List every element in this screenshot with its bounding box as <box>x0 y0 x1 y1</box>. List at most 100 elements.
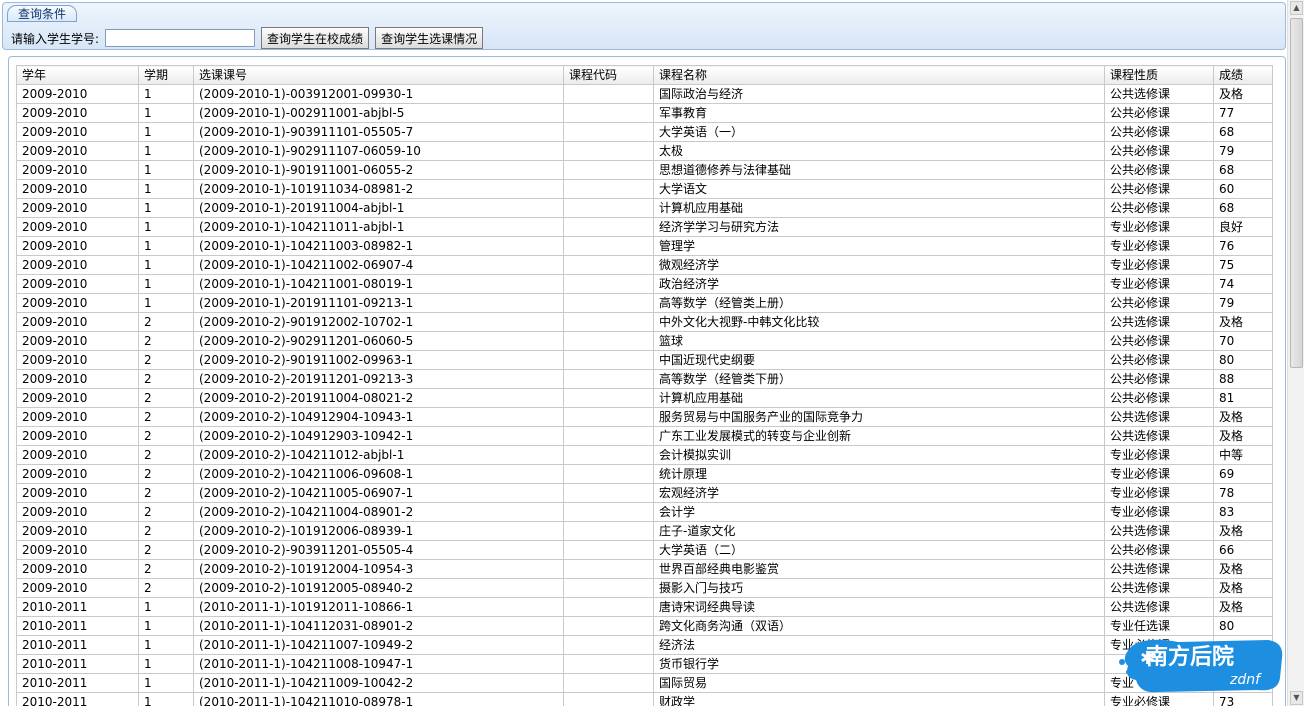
cell-term: 1 <box>138 274 194 294</box>
cell-term: 1 <box>138 84 194 104</box>
query-grades-button[interactable]: 查询学生在校成绩 <box>261 27 370 49</box>
cell-selection-code: (2009-2010-2)-104211004-08901-2 <box>193 502 564 522</box>
cell-selection-code: (2010-2011-1)-104211007-10949-2 <box>193 635 564 655</box>
cell-course-type: 专业必修课 <box>1104 692 1214 706</box>
cell-course-code <box>563 502 654 522</box>
table-row[interactable]: 2009-2010 2 (2009-2010-2)-104211005-06907-… <box>16 483 1273 503</box>
cell-course-name: 中国近现代史纲要 <box>653 350 1105 370</box>
cell-grade: 及格 <box>1213 312 1273 332</box>
table-row[interactable]: 2009-2010 1 (2009-2010-1)-901911001-06055-… <box>16 160 1273 180</box>
table-row[interactable]: 2009-2010 2 (2009-2010-2)-104912904-10943-… <box>16 407 1273 427</box>
table-row[interactable]: 2009-2010 2 (2009-2010-2)-101912005-08940-… <box>16 578 1273 598</box>
cell-grade: 79 <box>1213 293 1273 313</box>
cell-grade: 88 <box>1213 369 1273 389</box>
cell-grade: 69 <box>1213 464 1273 484</box>
cell-grade: 74 <box>1213 274 1273 294</box>
header-term[interactable]: 学期 <box>138 65 194 85</box>
cell-selection-code: (2009-2010-1)-104211001-08019-1 <box>193 274 564 294</box>
table-row[interactable]: 2009-2010 1 (2009-2010-1)-101911034-08981-… <box>16 179 1273 199</box>
cell-year: 2009-2010 <box>16 103 139 123</box>
scroll-down-arrow-icon[interactable]: ▼ <box>1290 691 1303 705</box>
cell-selection-code: (2009-2010-1)-104211003-08982-1 <box>193 236 564 256</box>
table-row[interactable]: 2009-2010 1 (2009-2010-1)-104211003-08982-… <box>16 236 1273 256</box>
table-row[interactable]: 2009-2010 2 (2009-2010-2)-104211006-09608-… <box>16 464 1273 484</box>
table-row[interactable]: 2009-2010 2 (2009-2010-2)-902911201-06060-… <box>16 331 1273 351</box>
table-row[interactable]: 2010-2011 1 (2010-2011-1)-104112031-08901-… <box>16 616 1273 636</box>
table-row[interactable]: 2009-2010 1 (2009-2010-1)-003912001-09930-… <box>16 84 1273 104</box>
table-row[interactable]: 2010-2011 1 (2010-2011-1)-104211007-10949-… <box>16 635 1273 655</box>
cell-course-code <box>563 122 654 142</box>
table-row[interactable]: 2009-2010 1 (2009-2010-1)-201911004-abjbl-… <box>16 198 1273 218</box>
header-course-type[interactable]: 课程性质 <box>1104 65 1214 85</box>
table-row[interactable]: 2010-2011 1 (2010-2011-1)-104211010-08978-… <box>16 692 1273 706</box>
cell-grade: 81 <box>1213 388 1273 408</box>
cell-course-type: 专业必修课 <box>1104 464 1214 484</box>
table-row[interactable]: 2009-2010 2 (2009-2010-2)-104211004-08901-… <box>16 502 1273 522</box>
table-row[interactable]: 2010-2011 1 (2010-2011-1)-104211008-10947-… <box>16 654 1273 674</box>
cell-grade: 68 <box>1213 122 1273 142</box>
cell-selection-code: (2009-2010-1)-901911001-06055-2 <box>193 160 564 180</box>
cell-term: 1 <box>138 198 194 218</box>
cell-selection-code: (2009-2010-1)-903911101-05505-7 <box>193 122 564 142</box>
table-row[interactable]: 2009-2010 2 (2009-2010-2)-901911002-09963-… <box>16 350 1273 370</box>
cell-course-name: 会计模拟实训 <box>653 445 1105 465</box>
table-row[interactable]: 2009-2010 1 (2009-2010-1)-902911107-06059-… <box>16 141 1273 161</box>
cell-term: 2 <box>138 350 194 370</box>
cell-course-name: 大学英语（一） <box>653 122 1105 142</box>
table-row[interactable]: 2009-2010 2 (2009-2010-2)-101912004-10954-… <box>16 559 1273 579</box>
scrollbar-thumb[interactable] <box>1290 18 1303 368</box>
table-body: 2009-2010 1 (2009-2010-1)-003912001-09930-… <box>16 84 1273 706</box>
header-course-name[interactable]: 课程名称 <box>653 65 1105 85</box>
cell-course-code <box>563 274 654 294</box>
cell-term: 1 <box>138 122 194 142</box>
header-year[interactable]: 学年 <box>16 65 139 85</box>
vertical-scrollbar[interactable]: ▲ ▼ <box>1287 0 1304 706</box>
cell-course-code <box>563 578 654 598</box>
cell-grade: 68 <box>1213 198 1273 218</box>
table-row[interactable]: 2009-2010 2 (2009-2010-2)-903911201-05505-… <box>16 540 1273 560</box>
table-row[interactable]: 2010-2011 1 (2010-2011-1)-101912011-10866-… <box>16 597 1273 617</box>
table-row[interactable]: 2010-2011 1 (2010-2011-1)-104211009-10042-… <box>16 673 1273 693</box>
table-row[interactable]: 2009-2010 2 (2009-2010-2)-104211012-abjbl-… <box>16 445 1273 465</box>
cell-year: 2009-2010 <box>16 217 139 237</box>
query-courses-button[interactable]: 查询学生选课情况 <box>375 27 484 49</box>
header-course-code[interactable]: 课程代码 <box>563 65 654 85</box>
cell-year: 2009-2010 <box>16 331 139 351</box>
table-row[interactable]: 2009-2010 1 (2009-2010-1)-104211011-abjbl-… <box>16 217 1273 237</box>
cell-course-name: 财政学 <box>653 692 1105 706</box>
cell-course-code <box>563 673 654 693</box>
header-selection-code[interactable]: 选课课号 <box>193 65 564 85</box>
table-row[interactable]: 2009-2010 2 (2009-2010-2)-104912903-10942-… <box>16 426 1273 446</box>
scroll-up-arrow-icon[interactable]: ▲ <box>1290 1 1303 15</box>
student-id-input[interactable] <box>105 29 256 47</box>
cell-course-code <box>563 616 654 636</box>
header-grade[interactable]: 成绩 <box>1213 65 1273 85</box>
cell-course-type: 公共选修课 <box>1104 578 1214 598</box>
table-row[interactable]: 2009-2010 1 (2009-2010-1)-201911101-09213-… <box>16 293 1273 313</box>
cell-term: 1 <box>138 179 194 199</box>
cell-term: 2 <box>138 578 194 598</box>
cell-grade: 60 <box>1213 179 1273 199</box>
cell-course-name: 管理学 <box>653 236 1105 256</box>
table-row[interactable]: 2009-2010 1 (2009-2010-1)-002911001-abjbl-… <box>16 103 1273 123</box>
table-row[interactable]: 2009-2010 2 (2009-2010-2)-201911201-09213-… <box>16 369 1273 389</box>
cell-course-type: 公共必修课 <box>1104 122 1214 142</box>
page: 查询条件 请输入学生学号: 查询学生在校成绩 查询学生选课情况 学年 学期 选课… <box>0 0 1304 706</box>
table-row[interactable]: 2009-2010 2 (2009-2010-2)-101912006-08939-… <box>16 521 1273 541</box>
cell-selection-code: (2010-2011-1)-104211008-10947-1 <box>193 654 564 674</box>
cell-course-code <box>563 217 654 237</box>
table-row[interactable]: 2009-2010 1 (2009-2010-1)-104211001-08019-… <box>16 274 1273 294</box>
cell-course-type: 专业必修课 <box>1104 274 1214 294</box>
table-row[interactable]: 2009-2010 1 (2009-2010-1)-903911101-05505-… <box>16 122 1273 142</box>
cell-course-code <box>563 388 654 408</box>
table-row[interactable]: 2009-2010 1 (2009-2010-1)-104211002-06907-… <box>16 255 1273 275</box>
cell-term: 2 <box>138 502 194 522</box>
query-conditions-tab[interactable]: 查询条件 <box>7 5 78 22</box>
cell-course-code <box>563 236 654 256</box>
cell-selection-code: (2009-2010-2)-104912904-10943-1 <box>193 407 564 427</box>
table-row[interactable]: 2009-2010 2 (2009-2010-2)-201911004-08021-… <box>16 388 1273 408</box>
cell-selection-code: (2009-2010-2)-201911201-09213-3 <box>193 369 564 389</box>
cell-selection-code: (2009-2010-2)-903911201-05505-4 <box>193 540 564 560</box>
table-row[interactable]: 2009-2010 2 (2009-2010-2)-901912002-10702-… <box>16 312 1273 332</box>
cell-course-type: 公共必修课 <box>1104 293 1214 313</box>
